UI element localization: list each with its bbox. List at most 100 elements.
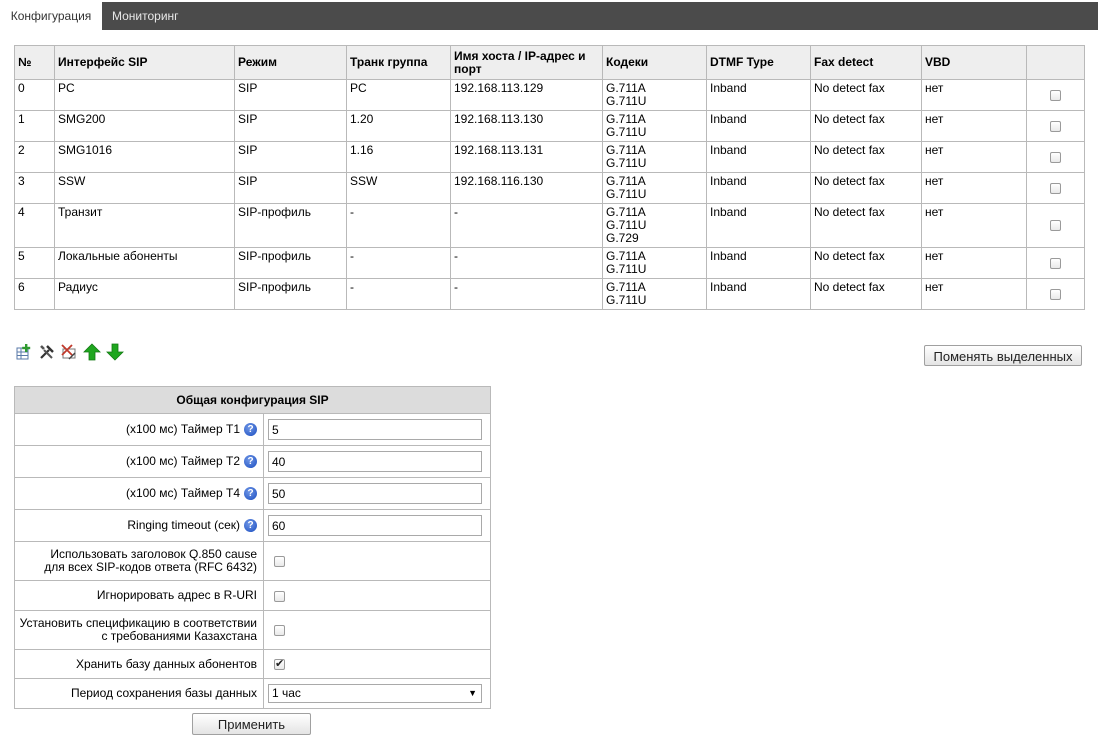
cell-codecs: G.711A G.711U (602, 172, 707, 204)
cell-fax: No detect fax (810, 278, 922, 310)
cell-dtmf: Inband (706, 203, 811, 248)
cell-interface: SMG1016 (54, 141, 235, 173)
cell-vbd: нет (921, 141, 1027, 173)
cell-fax: No detect fax (810, 79, 922, 111)
cell-select (1026, 278, 1085, 310)
save-period-value: 1 час (272, 686, 301, 700)
cell-num: 2 (14, 141, 55, 173)
cell-interface: Радиус (54, 278, 235, 310)
timer-t4-label: (x100 мс) Таймер T4 (125, 486, 240, 500)
move-down-icon[interactable] (106, 343, 124, 361)
edit-icon[interactable] (38, 343, 56, 361)
table-row[interactable]: 4 Транзит SIP-профиль - - G.711A G.711U G.729 In… (14, 203, 1085, 248)
cell-select (1026, 141, 1085, 173)
cell-num: 6 (14, 278, 55, 310)
codec-item: G.711U (606, 262, 647, 276)
row-select-checkbox[interactable] (1050, 220, 1061, 232)
cell-num: 4 (14, 203, 55, 248)
row-select-checkbox[interactable] (1050, 151, 1061, 163)
cell-interface: PC (54, 79, 235, 111)
help-icon[interactable]: ? (244, 487, 257, 500)
table-header-row: № Интерфейс SIP Режим Транк группа Имя х… (14, 45, 1085, 80)
cell-num: 5 (14, 247, 55, 279)
codec-item: G.711U (606, 187, 647, 201)
cell-vbd: нет (921, 247, 1027, 279)
col-dtmf-header: DTMF Type (706, 45, 811, 80)
add-icon[interactable] (16, 343, 34, 361)
col-mode-header: Режим (234, 45, 347, 80)
col-num-header: № (14, 45, 55, 80)
apply-button[interactable]: Применить (192, 713, 311, 735)
change-selected-button[interactable]: Поменять выделенных (924, 345, 1082, 366)
row-select-checkbox[interactable] (1050, 89, 1061, 101)
cell-select (1026, 79, 1085, 111)
cell-mode: SIP-профиль (234, 278, 347, 310)
codec-item: G.711U (606, 156, 647, 170)
codec-item: G.711U (606, 125, 647, 139)
cell-fax: No detect fax (810, 110, 922, 142)
cell-trunk: - (346, 247, 451, 279)
table-row[interactable]: 2 SMG1016 SIP 1.16 192.168.113.131 G.711A G.71… (14, 141, 1085, 173)
timer-t2-label: (x100 мс) Таймер T2 (125, 454, 240, 468)
cell-codecs: G.711A G.711U (602, 141, 707, 173)
cell-select (1026, 172, 1085, 204)
cell-trunk: - (346, 203, 451, 248)
help-icon[interactable]: ? (244, 519, 257, 532)
sip-general-config-table: Общая конфигурация SIP (x100 мс) Таймер … (14, 386, 491, 709)
cell-host: - (450, 278, 603, 310)
cell-interface: SMG200 (54, 110, 235, 142)
table-row[interactable]: 5 Локальные абоненты SIP-профиль - - G.711A G.… (14, 247, 1085, 279)
cell-dtmf: Inband (706, 141, 811, 173)
cell-select (1026, 247, 1085, 279)
cell-vbd: нет (921, 278, 1027, 310)
cell-vbd: нет (921, 203, 1027, 248)
cell-mode: SIP (234, 79, 347, 111)
cell-dtmf: Inband (706, 79, 811, 111)
kazakhstan-checkbox[interactable] (274, 625, 285, 637)
table-row[interactable]: 1 SMG200 SIP 1.20 192.168.113.130 G.711A G.711… (14, 110, 1085, 142)
row-select-checkbox[interactable] (1050, 120, 1061, 132)
help-icon[interactable]: ? (244, 423, 257, 436)
cell-trunk: 1.16 (346, 141, 451, 173)
row-select-checkbox[interactable] (1050, 288, 1061, 300)
row-select-checkbox[interactable] (1050, 257, 1061, 269)
store-db-checkbox[interactable] (274, 657, 285, 671)
q850-checkbox[interactable] (274, 556, 285, 568)
cell-fax: No detect fax (810, 172, 922, 204)
cell-mode: SIP (234, 172, 347, 204)
delete-icon[interactable] (60, 343, 78, 361)
table-row[interactable]: 3 SSW SIP SSW 192.168.116.130 G.711A G.711U Inb… (14, 172, 1085, 204)
col-codecs-header: Кодеки (602, 45, 707, 80)
codec-item: G.711U (606, 94, 647, 108)
table-row[interactable]: 6 Радиус SIP-профиль - - G.711A G.711U Inband No… (14, 278, 1085, 310)
cell-vbd: нет (921, 110, 1027, 142)
col-select-header (1026, 45, 1085, 80)
save-period-select[interactable]: 1 час ▼ (268, 684, 482, 703)
cell-num: 0 (14, 79, 55, 111)
cell-dtmf: Inband (706, 110, 811, 142)
ignore-ruri-checkbox[interactable] (274, 590, 285, 602)
ringing-timeout-input[interactable] (268, 515, 482, 536)
timer-t2-input[interactable] (268, 451, 482, 472)
codec-item: G.711U (606, 293, 647, 307)
table-row[interactable]: 0 PC SIP PC 192.168.113.129 G.711A G.711U Inban… (14, 79, 1085, 111)
cell-select (1026, 203, 1085, 248)
cell-trunk: - (346, 278, 451, 310)
tab-monitoring[interactable]: Мониторинг (112, 2, 179, 30)
cell-select (1026, 110, 1085, 142)
cell-fax: No detect fax (810, 247, 922, 279)
col-trunk-header: Транк группа (346, 45, 451, 80)
q850-label-line2: для всех SIP-кодов ответа (RFC 6432) (44, 560, 257, 574)
tab-configuration[interactable]: Конфигурация (0, 2, 102, 30)
tab-bar: Конфигурация Мониторинг (0, 2, 1098, 30)
timer-t4-input[interactable] (268, 483, 482, 504)
cell-host: - (450, 203, 603, 248)
help-icon[interactable]: ? (244, 455, 257, 468)
save-period-label: Период сохранения базы данных (70, 686, 257, 700)
cell-dtmf: Inband (706, 278, 811, 310)
move-up-icon[interactable] (83, 343, 101, 361)
cell-host: - (450, 247, 603, 279)
cell-fax: No detect fax (810, 203, 922, 248)
row-select-checkbox[interactable] (1050, 182, 1061, 194)
timer-t1-input[interactable] (268, 419, 482, 440)
